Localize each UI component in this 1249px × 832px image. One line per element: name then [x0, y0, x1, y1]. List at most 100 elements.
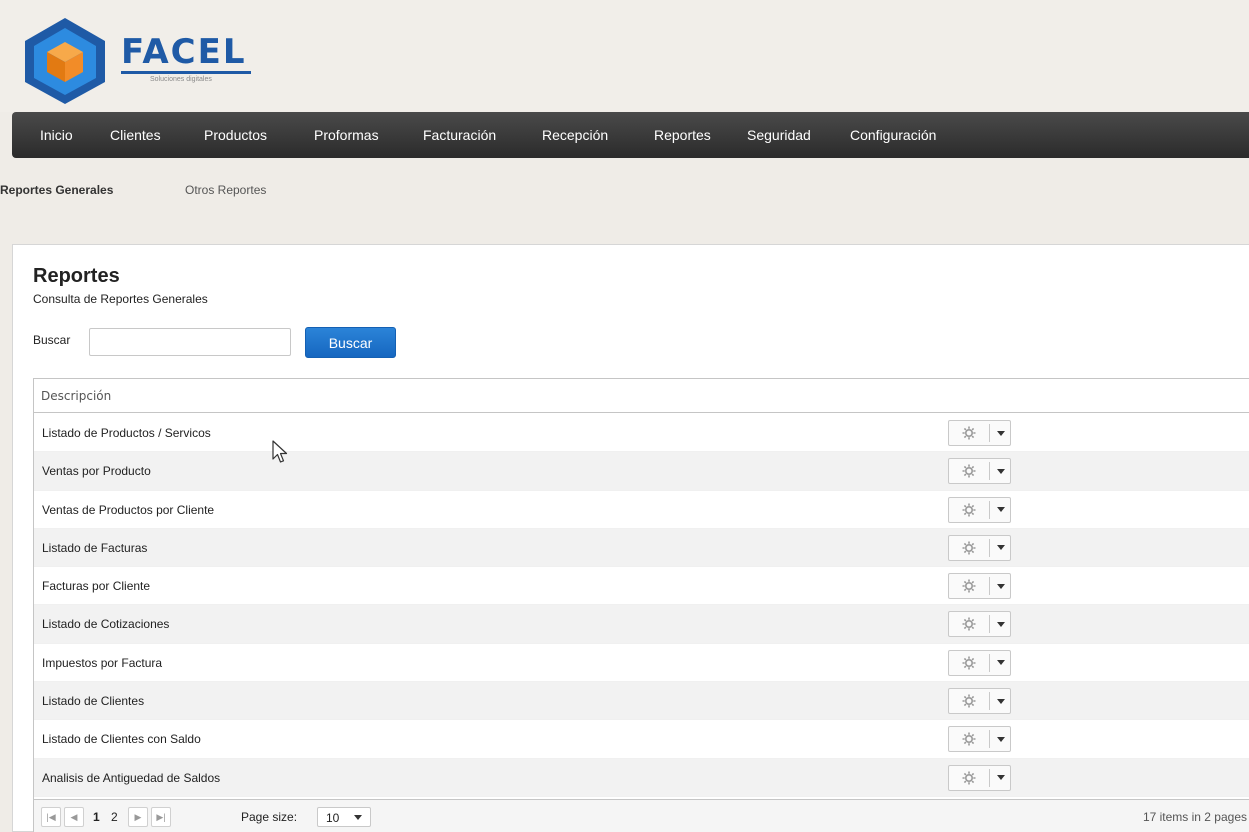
generate-report-button[interactable] [949, 536, 989, 560]
nav-item-reportes[interactable]: Reportes [654, 112, 711, 158]
prev-page-icon[interactable]: ◀ [64, 807, 84, 827]
reports-grid: Descripción Listado de Productos / Servi… [33, 378, 1249, 832]
table-row[interactable]: Impuestos por Factura [34, 644, 1249, 683]
row-actions-split-button [948, 649, 1011, 676]
last-page-icon[interactable]: ▶| [151, 807, 171, 827]
caret-down-icon [996, 545, 1005, 551]
nav-item-recepcion[interactable]: Recepción [542, 112, 608, 158]
search-input[interactable] [89, 328, 291, 356]
row-menu-dropdown[interactable] [990, 689, 1011, 713]
row-actions-split-button [948, 496, 1011, 523]
logo-tagline: Soluciones digitales [150, 76, 212, 83]
generate-report-button[interactable] [949, 459, 989, 483]
row-menu-dropdown[interactable] [990, 651, 1011, 675]
generate-report-button[interactable] [949, 498, 989, 522]
caret-down-icon [996, 583, 1005, 589]
row-description: Listado de Productos / Servicos [42, 426, 211, 440]
generate-report-button[interactable] [949, 421, 989, 445]
reports-panel: Reportes Consulta de Reportes Generales … [12, 244, 1249, 832]
row-description: Impuestos por Factura [42, 655, 163, 670]
generate-report-button[interactable] [949, 612, 989, 636]
table-row[interactable]: Ventas de Productos por Cliente [34, 491, 1249, 529]
table-row[interactable]: Listado de Cotizaciones [34, 605, 1249, 644]
gear-icon [962, 426, 976, 440]
row-actions-split-button [948, 764, 1011, 791]
row-actions-split-button [948, 534, 1011, 561]
nav-item-seguridad[interactable]: Seguridad [747, 112, 811, 158]
row-actions-split-button [948, 458, 1011, 485]
page-subtitle: Consulta de Reportes Generales [33, 292, 208, 306]
nav-item-facturacion[interactable]: Facturación [423, 112, 496, 158]
row-menu-dropdown[interactable] [990, 612, 1011, 636]
gear-icon [962, 732, 976, 746]
generate-report-button[interactable] [949, 574, 989, 598]
page-size-select[interactable]: 10 [317, 807, 371, 827]
row-actions-split-button [948, 611, 1011, 638]
nav-item-clientes[interactable]: Clientes [110, 112, 161, 158]
grid-pager: |◀ ◀ 1 2 ▶ ▶| Page size: 10 17 items in … [34, 799, 1249, 832]
pager-info: 17 items in 2 pages [1142, 810, 1247, 824]
table-row[interactable]: Listado de Productos / Servicos [34, 414, 1249, 453]
generate-report-button[interactable] [949, 766, 989, 790]
gear-icon [962, 503, 976, 517]
table-row[interactable]: Listado de Facturas [34, 528, 1249, 568]
column-header-descripcion[interactable]: Descripción [41, 389, 111, 403]
caret-down-icon [996, 430, 1005, 436]
first-page-icon[interactable]: |◀ [41, 807, 61, 827]
row-actions-split-button [948, 726, 1011, 753]
row-menu-dropdown[interactable] [990, 536, 1011, 560]
next-page-icon[interactable]: ▶ [128, 807, 148, 827]
row-menu-dropdown[interactable] [990, 459, 1011, 483]
facel-logo[interactable]: FACEL Soluciones digitales [20, 14, 251, 106]
caret-down-icon [996, 507, 1005, 513]
generate-report-button[interactable] [949, 727, 989, 751]
caret-down-icon [996, 736, 1005, 742]
row-description: Listado de Cotizaciones [42, 617, 170, 632]
caret-down-icon [996, 775, 1005, 781]
row-description: Ventas por Producto [42, 464, 151, 479]
row-description: Listado de Clientes [42, 694, 145, 709]
search-label: Buscar [33, 333, 71, 347]
logo-cube-icon [25, 18, 105, 104]
nav-item-inicio[interactable]: Inicio [40, 112, 73, 158]
gear-icon [962, 579, 976, 593]
row-menu-dropdown[interactable] [990, 574, 1011, 598]
gear-icon [962, 656, 976, 670]
submenu-otros-reportes[interactable]: Otros Reportes [185, 183, 266, 197]
nav-item-proformas[interactable]: Proformas [314, 112, 379, 158]
row-actions-split-button [948, 573, 1011, 600]
table-row[interactable]: Listado de Clientes con Saldo [34, 720, 1249, 759]
search-button[interactable]: Buscar [305, 327, 396, 358]
row-menu-dropdown[interactable] [990, 766, 1011, 790]
page-title: Reportes [33, 265, 120, 287]
row-menu-dropdown[interactable] [990, 498, 1011, 522]
table-row[interactable]: Facturas por Cliente [34, 567, 1249, 606]
row-menu-dropdown[interactable] [990, 727, 1011, 751]
nav-item-configuracion[interactable]: Configuración [850, 112, 936, 158]
mouse-pointer-icon [272, 440, 288, 463]
caret-down-icon [996, 698, 1005, 704]
table-row[interactable]: Listado de Clientes [34, 682, 1249, 721]
row-description: Facturas por Cliente [42, 579, 151, 594]
table-row[interactable]: Ventas por Producto [34, 452, 1249, 491]
submenu-reportes-generales[interactable]: Reportes Generales [0, 183, 113, 197]
logo-underline [121, 71, 251, 74]
gear-icon [962, 771, 976, 785]
row-description: Analisis de Antiguedad de Saldos [42, 770, 221, 785]
generate-report-button[interactable] [949, 689, 989, 713]
table-row[interactable]: Analisis de Antiguedad de Saldos [34, 758, 1249, 797]
row-menu-dropdown[interactable] [990, 421, 1011, 445]
caret-down-icon [354, 815, 362, 820]
logo-wordmark: FACEL [121, 32, 247, 72]
pager-page-1[interactable]: 1 [93, 810, 100, 824]
caret-down-icon [996, 621, 1005, 627]
row-actions-split-button [948, 688, 1011, 715]
gear-icon [962, 464, 976, 478]
pager-page-2[interactable]: 2 [111, 810, 118, 824]
nav-item-productos[interactable]: Productos [204, 112, 267, 158]
generate-report-button[interactable] [949, 651, 989, 675]
row-description: Ventas de Productos por Cliente [42, 502, 215, 517]
caret-down-icon [996, 468, 1005, 474]
gear-icon [962, 617, 976, 631]
main-navbar: Inicio Clientes Productos Proformas Fact… [12, 112, 1249, 158]
